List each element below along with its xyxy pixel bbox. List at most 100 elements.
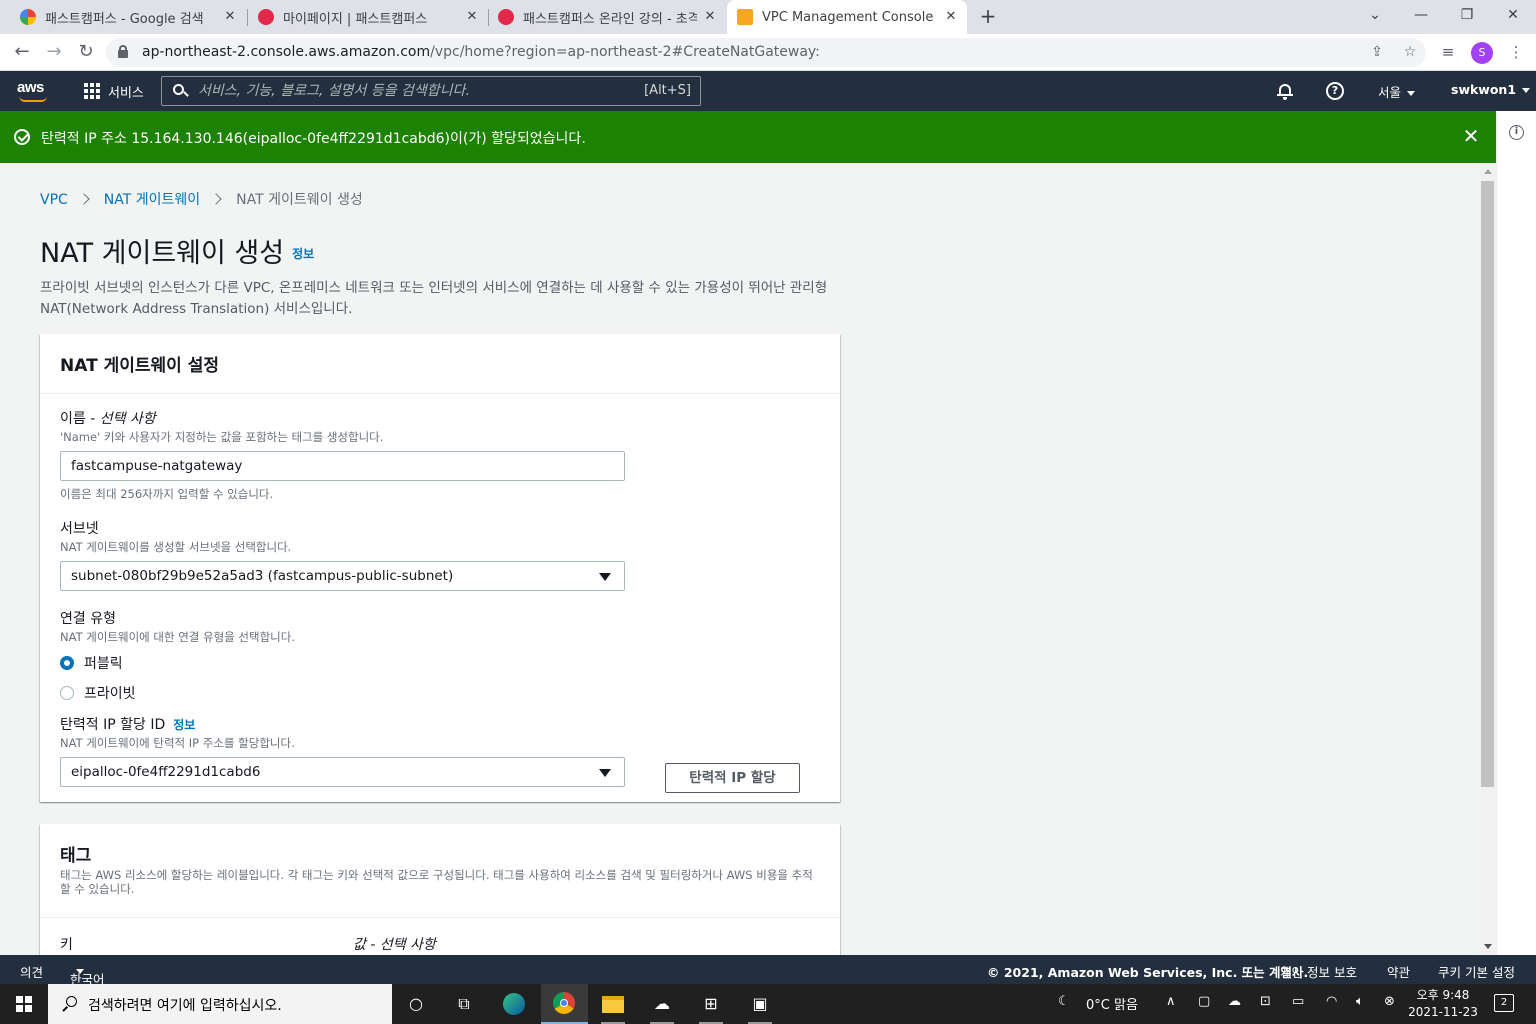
minimize-icon[interactable]: — [1398, 0, 1444, 30]
privacy-link[interactable]: 개인 정보 보호 [1280, 962, 1357, 981]
chrome-menu-icon[interactable]: ⋮ [1505, 41, 1527, 63]
copyright-text: © 2021, Amazon Web Services, Inc. 또는 계열사… [987, 965, 1309, 980]
close-tab-icon[interactable]: ✕ [702, 9, 718, 25]
radio-private[interactable]: 프라이빗 [60, 683, 295, 703]
tray-close-icon[interactable]: ⊗ [1384, 994, 1395, 1009]
battery-icon[interactable]: ▭ [1292, 994, 1304, 1009]
reload-icon[interactable]: ↻ [74, 40, 98, 64]
info-link[interactable]: 정보 [292, 247, 314, 261]
nat-gateway-settings-panel: NAT 게이트웨이 설정 이름 - 선택 사항 'Name' 키와 사용자가 지… [40, 334, 840, 802]
taskbar-clock[interactable]: 오후 9:48 2021-11-23 [1408, 987, 1478, 1021]
reading-list-icon[interactable]: ≡ [1437, 41, 1459, 63]
browser-tab-title: 마이페이지 | 패스트캠퍼스 [283, 11, 428, 27]
cookie-preferences-link[interactable]: 쿠키 기본 설정 [1438, 962, 1515, 981]
aws-box-icon [737, 9, 753, 25]
page-title-text: NAT 게이트웨이 생성 [40, 238, 285, 269]
network-app-icon[interactable]: ⊞ [697, 990, 725, 1018]
scrollbar-thumb[interactable] [1481, 181, 1494, 787]
fastcampus-icon [258, 9, 274, 25]
allocate-elastic-ip-button[interactable]: 탄력적 IP 할당 [665, 763, 800, 793]
aws-logo[interactable]: aws [17, 79, 51, 103]
breadcrumb-vpc[interactable]: VPC [40, 192, 68, 208]
remote-app-icon[interactable]: ☁ [648, 990, 676, 1018]
elastic-ip-select[interactable]: eipalloc-0fe4ff2291d1cabd6 [60, 757, 625, 787]
taskbar-search-box[interactable]: 검색하려면 여기에 입력하십시오. [48, 984, 392, 1024]
restore-icon[interactable]: ❐ [1444, 0, 1490, 30]
elastic-ip-row: eipalloc-0fe4ff2291d1cabd6 탄력적 IP 할당 [60, 757, 820, 793]
tray-app-icon[interactable]: ⊡ [1260, 994, 1271, 1009]
elastic-ip-description: NAT 게이트웨이에 탄력적 IP 주소를 할당합니다. [60, 736, 295, 750]
account-menu[interactable]: swkwon1 [1451, 82, 1531, 97]
connectivity-type-field: 연결 유형 NAT 게이트웨이에 대한 연결 유형을 선택합니다. 퍼블릭 프라… [60, 608, 295, 703]
dismiss-close-icon[interactable]: ✕ [1461, 124, 1481, 148]
url-text: ap-northeast-2.console.aws.amazon.com/vp… [142, 44, 820, 60]
aws-search-input[interactable] [198, 81, 618, 101]
share-icon[interactable]: ⇪ [1367, 42, 1387, 62]
forward-arrow-icon[interactable]: → [42, 40, 66, 64]
services-menu[interactable]: 서비스 [108, 82, 144, 101]
caret-down-icon [599, 769, 611, 777]
region-selector[interactable]: 서울 [1378, 82, 1416, 101]
help-icon[interactable]: ? [1326, 82, 1344, 100]
profile-avatar[interactable]: S [1471, 42, 1493, 64]
browser-tab[interactable]: 패스트캠퍼스 온라인 강의 - 초격차 ✕ [488, 0, 726, 34]
aws-top-navigation: aws 서비스 [Alt+S] ? 서울 swkwon1 [0, 71, 1536, 111]
terminal-app-icon[interactable]: ▣ [746, 990, 774, 1018]
tray-device-icon[interactable]: ▢ [1198, 994, 1210, 1009]
new-tab-plus-icon[interactable]: + [977, 5, 999, 27]
notification-center-icon[interactable]: 2 [1494, 994, 1514, 1012]
breadcrumb-nat-gateways[interactable]: NAT 게이트웨이 [104, 192, 200, 208]
close-tab-icon[interactable]: ✕ [222, 9, 238, 25]
browser-tab[interactable]: 마이페이지 | 패스트캠퍼스 ✕ [248, 0, 488, 34]
feedback-link[interactable]: 의견 [20, 962, 43, 981]
flash-message: 탄력적 IP 주소 15.164.130.146(eipalloc-0fe4ff… [41, 131, 586, 147]
page-title: NAT 게이트웨이 생성 정보 [40, 231, 314, 270]
info-panel-icon[interactable]: i [1509, 125, 1524, 140]
onedrive-cloud-icon[interactable]: ☁ [1228, 994, 1241, 1009]
browser-tab-active[interactable]: VPC Management Console ✕ [727, 0, 967, 34]
volume-icon[interactable]: 🔈︎ [1356, 994, 1364, 1009]
cortana-circle-icon[interactable]: ○ [402, 990, 430, 1018]
close-tab-icon[interactable]: ✕ [464, 9, 480, 25]
lock-icon [118, 45, 128, 58]
close-tab-icon[interactable]: ✕ [943, 9, 959, 25]
window-close-icon[interactable]: ✕ [1490, 0, 1536, 30]
tray-chevron-up-icon[interactable]: ∧ [1166, 994, 1176, 1009]
aws-search-box[interactable]: [Alt+S] [161, 76, 701, 106]
weather-text[interactable]: 0°C 맑음 [1086, 994, 1138, 1013]
clock-time: 오후 9:48 [1416, 988, 1470, 1002]
elastic-ip-selected-value: eipalloc-0fe4ff2291d1cabd6 [71, 764, 261, 780]
file-explorer-icon[interactable] [599, 990, 627, 1018]
name-input[interactable] [60, 451, 625, 481]
panel-header: NAT 게이트웨이 설정 [40, 334, 840, 394]
subnet-select[interactable]: subnet-080bf29b9e52a5ad3 (fastcampus-pub… [60, 561, 625, 591]
services-grid-icon[interactable] [84, 83, 100, 99]
terms-link[interactable]: 약관 [1387, 962, 1410, 981]
scroll-up-arrow-icon[interactable] [1484, 169, 1492, 174]
browser-tab[interactable]: 패스트캠퍼스 - Google 검색 ✕ [10, 0, 246, 34]
page-scrollbar[interactable] [1479, 163, 1496, 955]
name-description: 'Name' 키와 사용자가 지정하는 값을 포함하는 태그를 생성합니다. [60, 430, 384, 444]
scroll-down-arrow-icon[interactable] [1484, 944, 1492, 949]
tags-panel-header: 태그 [60, 846, 92, 866]
back-arrow-icon[interactable]: ← [10, 40, 34, 64]
bookmark-star-icon[interactable]: ☆ [1400, 42, 1420, 62]
wifi-icon[interactable]: ◠ [1326, 994, 1337, 1009]
tag-key-column-label: 키 [60, 937, 73, 953]
chrome-taskbar-button-active[interactable] [541, 984, 588, 1024]
edge-browser-icon[interactable] [500, 990, 528, 1018]
name-label: 이름 - 선택 사항 [60, 411, 156, 427]
caret-down-icon [1522, 88, 1531, 93]
browser-toolbar: ← → ↻ ap-northeast-2.console.aws.amazon.… [0, 34, 1536, 71]
tab-search-chevron-icon[interactable]: ⌄ [1352, 0, 1398, 30]
fastcampus-icon [498, 9, 514, 25]
browser-tab-title: 패스트캠퍼스 - Google 검색 [45, 11, 204, 27]
task-view-icon[interactable]: ⧉ [450, 990, 478, 1018]
weather-moon-icon[interactable]: ☾ [1058, 994, 1070, 1009]
radio-public[interactable]: 퍼블릭 [60, 653, 295, 673]
elastic-ip-info-link[interactable]: 정보 [173, 718, 195, 732]
windows-start-icon[interactable] [16, 996, 32, 1012]
address-bar[interactable]: ap-northeast-2.console.aws.amazon.com/vp… [106, 38, 1426, 67]
notifications-bell-icon[interactable] [1277, 82, 1293, 100]
elastic-ip-field: 탄력적 IP 할당 ID 정보 NAT 게이트웨이에 탄력적 IP 주소를 할당합… [60, 714, 820, 793]
